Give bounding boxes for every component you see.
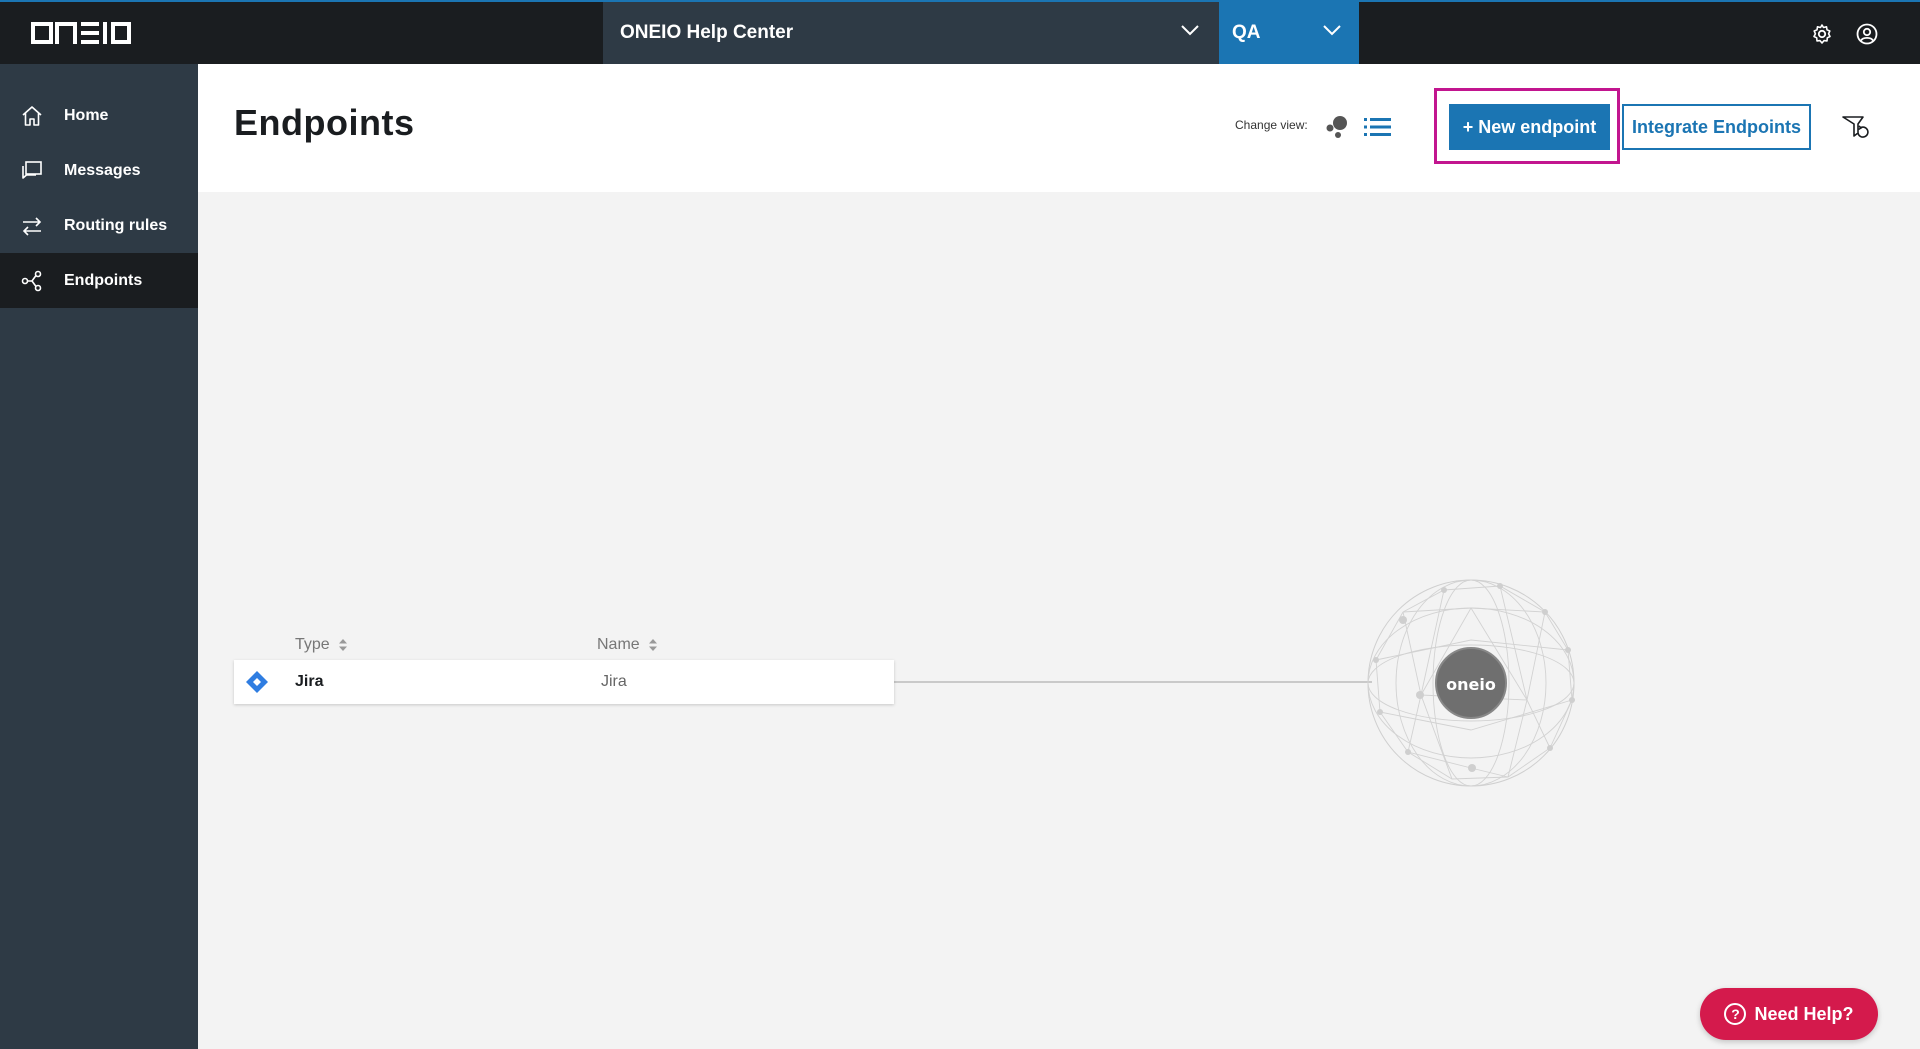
integrate-endpoints-button[interactable]: Integrate Endpoints [1622,104,1811,150]
oneio-logo[interactable] [31,21,131,45]
column-header-label: Type [295,636,330,653]
chevron-down-icon [1323,25,1341,36]
page-header: Endpoints Change view: + New endpoint In… [198,64,1920,192]
logo-mark [31,22,131,44]
endpoint-type: Jira [295,673,324,690]
jira-icon [246,671,268,693]
environment-name: QA [1232,22,1261,43]
endpoint-name: Jira [601,673,627,690]
oneio-hub-sphere: oneio [1367,579,1575,787]
list-view-button[interactable] [1363,116,1393,138]
column-header-type[interactable]: Type [295,636,348,654]
sidebar-item-messages[interactable]: Messages [0,143,198,198]
list-view-icon [1364,118,1391,136]
sidebar-item-label: Messages [64,161,141,179]
sidebar: Home Messages Routing rules Endpoints [0,64,198,1049]
home-icon [22,106,42,126]
settings-gear-icon[interactable] [1810,22,1834,46]
sidebar-item-label: Endpoints [64,271,143,289]
hub-label: oneio [1446,675,1496,694]
endpoints-icon [21,270,42,292]
environment-select[interactable]: QA [1219,2,1359,64]
sort-icon [338,639,347,651]
refresh-database-icon [1842,116,1869,138]
change-view-label: Change view: [1235,118,1308,132]
routing-icon [22,217,42,236]
sort-icon [648,639,657,651]
column-header-name[interactable]: Name [597,636,658,654]
organization-name: ONEIO Help Center [620,22,794,43]
graph-view-icon [1326,116,1347,138]
refresh-endpoints-button[interactable] [1840,113,1870,143]
page-title: Endpoints [234,102,415,143]
table-row[interactable]: Jira Jira [234,660,894,704]
column-header-label: Name [597,636,640,653]
chevron-down-icon [1181,25,1199,36]
question-icon: ? [1724,1003,1747,1025]
sidebar-item-label: Home [64,106,109,124]
need-help-button[interactable]: ? Need Help? [1700,988,1878,1040]
organization-select[interactable]: ONEIO Help Center [603,2,1219,64]
graph-view-button[interactable] [1322,112,1352,142]
sidebar-item-home[interactable]: Home [0,88,198,143]
need-help-label: Need Help? [1754,1003,1854,1024]
sidebar-item-endpoints[interactable]: Endpoints [0,253,198,308]
messages-icon [22,161,42,179]
new-endpoint-button[interactable]: + New endpoint [1449,104,1610,150]
user-account-icon[interactable] [1855,22,1879,46]
sidebar-item-routing-rules[interactable]: Routing rules [0,198,198,253]
top-bar: ONEIO Help Center QA [0,0,1920,64]
sidebar-item-label: Routing rules [64,216,168,234]
